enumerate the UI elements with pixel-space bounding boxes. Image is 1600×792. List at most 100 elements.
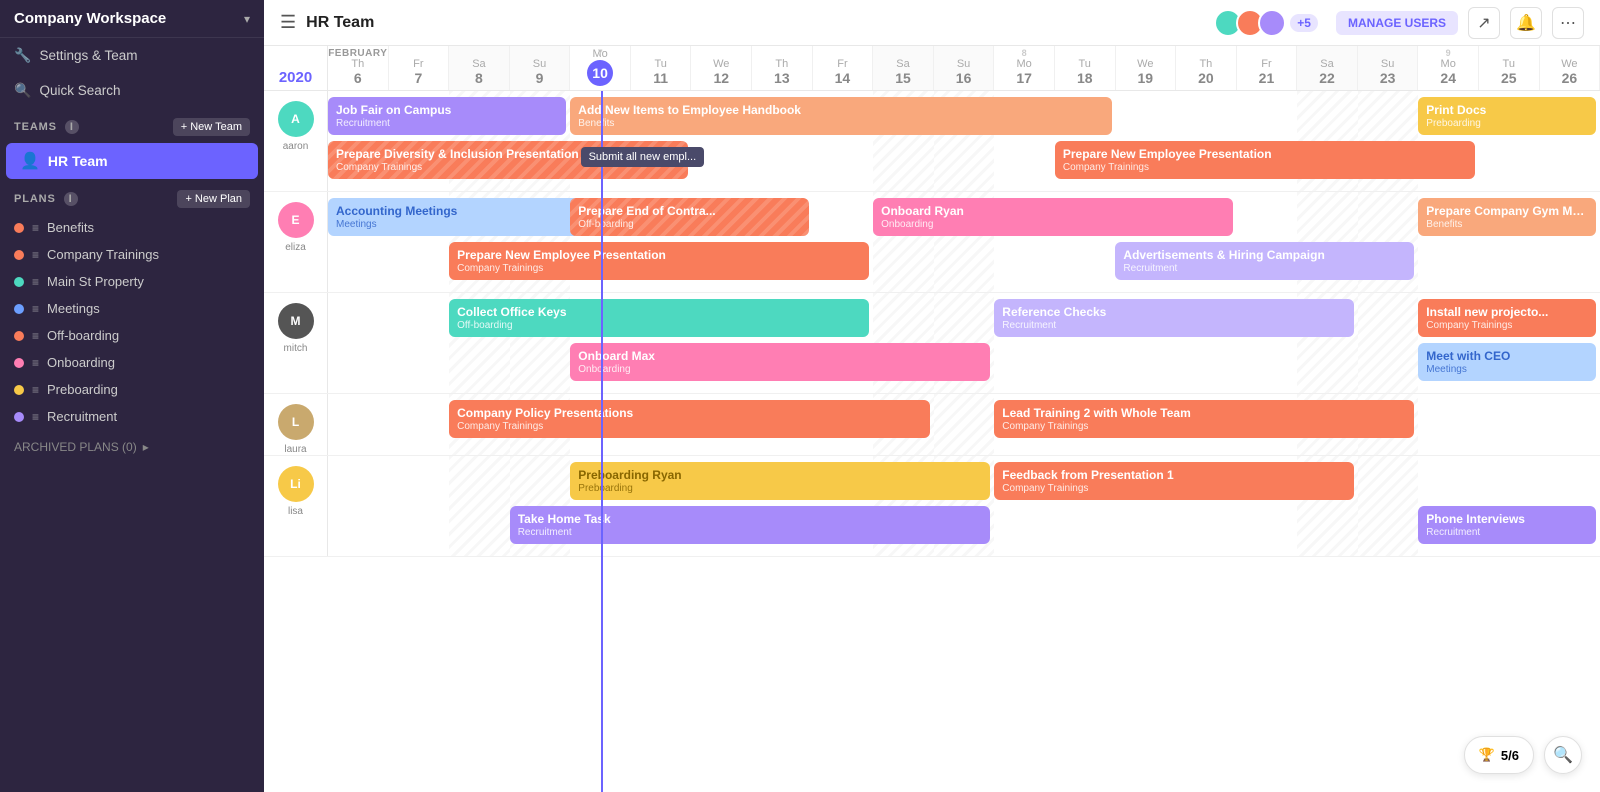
task-plan: Benefits: [578, 118, 1103, 129]
task-bar[interactable]: Onboard Ryan Onboarding: [873, 198, 1233, 236]
task-plan: Benefits: [1426, 219, 1588, 230]
task-bar[interactable]: Advertisements & Hiring Campaign Recruit…: [1115, 242, 1414, 280]
task-bar[interactable]: Install new projecto... Company Training…: [1418, 299, 1596, 337]
plan-item-benefits[interactable]: ≡ Benefits: [0, 214, 264, 241]
row-user-lisa: Li lisa: [264, 456, 328, 556]
sidebar-header[interactable]: Company Workspace ▾: [0, 0, 264, 38]
plans-list: ≡ Benefits ≡ Company Trainings ≡ Main St…: [0, 214, 264, 430]
day-abbr: Mo: [1441, 58, 1456, 70]
task-bar[interactable]: Add New Items to Employee Handbook Benef…: [570, 97, 1111, 135]
task-title: Prepare End of Contra...: [578, 204, 800, 218]
day-num: 19: [1138, 70, 1154, 86]
task-plan: Recruitment: [518, 527, 983, 538]
user-name: eliza: [285, 242, 306, 253]
task-bar[interactable]: Meet with CEO Meetings: [1418, 343, 1596, 381]
date-header: 2020 FEBRUARYTh6Fr7Sa8Su97Mo10Tu11We12Th…: [264, 46, 1600, 91]
menu-icon[interactable]: ☰: [280, 12, 296, 33]
task-title: Advertisements & Hiring Campaign: [1123, 248, 1406, 262]
task-bar[interactable]: Job Fair on Campus Recruitment: [328, 97, 566, 135]
search-circle-button[interactable]: 🔍: [1544, 736, 1582, 774]
row-grid: Company Policy Presentations Company Tra…: [328, 394, 1600, 455]
plan-name: Meetings: [47, 301, 100, 316]
plan-item-off-boarding[interactable]: ≡ Off-boarding: [0, 322, 264, 349]
new-team-button[interactable]: + New Team: [173, 118, 250, 136]
task-bar[interactable]: Collect Office Keys Off-boarding: [449, 299, 869, 337]
task-bar[interactable]: Prepare Company Gym Me... Benefits: [1418, 198, 1596, 236]
manage-users-button[interactable]: MANAGE USERS: [1336, 11, 1458, 35]
plans-section-header: PLANS i + New Plan: [0, 180, 264, 214]
plan-name: Preboarding: [47, 382, 118, 397]
task-bar[interactable]: Phone Interviews Recruitment: [1418, 506, 1596, 544]
plan-bar-icon: ≡: [32, 248, 39, 262]
weekend-overlay: [1358, 293, 1419, 393]
notifications-icon[interactable]: 🔔: [1510, 7, 1542, 39]
plan-item-main-st-property[interactable]: ≡ Main St Property: [0, 268, 264, 295]
task-bar[interactable]: Print Docs Preboarding: [1418, 97, 1596, 135]
day-num: 12: [713, 70, 729, 86]
plan-item-onboarding[interactable]: ≡ Onboarding: [0, 349, 264, 376]
day-abbr: Sa: [896, 58, 909, 70]
share-icon[interactable]: ↗: [1468, 7, 1500, 39]
task-plan: Company Trainings: [457, 421, 922, 432]
weekend-overlay: [449, 456, 510, 556]
team-item-hr[interactable]: 👤 HR Team: [6, 143, 258, 179]
plan-bar-icon: ≡: [32, 275, 39, 289]
task-bar[interactable]: Prepare End of Contra... Off-boarding: [570, 198, 808, 236]
task-plan: Off-boarding: [457, 320, 861, 331]
day-num: 9: [536, 70, 544, 86]
date-col-9: Su9: [510, 46, 571, 90]
task-bar[interactable]: Reference Checks Recruitment: [994, 299, 1354, 337]
day-abbr: Fr: [1261, 58, 1271, 70]
plan-item-recruitment[interactable]: ≡ Recruitment: [0, 403, 264, 430]
task-bar[interactable]: Feedback from Presentation 1 Company Tra…: [994, 462, 1354, 500]
task-title: Add New Items to Employee Handbook: [578, 103, 1103, 117]
task-bar[interactable]: Onboard Max Onboarding: [570, 343, 990, 381]
date-col-12: We12: [691, 46, 752, 90]
task-plan: Off-boarding: [578, 219, 800, 230]
task-title: Meet with CEO: [1426, 349, 1588, 363]
day-abbr: Fr: [837, 58, 847, 70]
day-abbr: Fr: [413, 58, 423, 70]
day-num: 11: [653, 70, 668, 86]
task-bar[interactable]: Prepare New Employee Presentation Compan…: [449, 242, 869, 280]
quick-search-nav[interactable]: 🔍 Quick Search: [0, 73, 264, 108]
day-num: 18: [1077, 70, 1093, 86]
day-num: 21: [1259, 70, 1275, 86]
user-name: mitch: [284, 343, 308, 354]
task-bar[interactable]: Preboarding Ryan Preboarding: [570, 462, 990, 500]
plan-dot: [14, 277, 24, 287]
settings-label: Settings & Team: [39, 48, 137, 63]
task-plan: Company Trainings: [1063, 162, 1467, 173]
user-name: laura: [284, 444, 306, 455]
teams-info-icon: i: [65, 120, 79, 134]
day-abbr: Su: [533, 58, 546, 70]
task-plan: Onboarding: [578, 364, 982, 375]
task-bar[interactable]: Lead Training 2 with Whole Team Company …: [994, 400, 1414, 438]
score-button[interactable]: 🏆 5/6: [1464, 736, 1534, 774]
plan-name: Main St Property: [47, 274, 144, 289]
plan-item-preboarding[interactable]: ≡ Preboarding: [0, 376, 264, 403]
date-col-10: 7Mo10: [570, 46, 631, 90]
task-bar[interactable]: Company Policy Presentations Company Tra…: [449, 400, 930, 438]
task-bar[interactable]: Prepare New Employee Presentation Compan…: [1055, 141, 1475, 179]
new-plan-button[interactable]: + New Plan: [177, 190, 250, 208]
more-icon[interactable]: ⋯: [1552, 7, 1584, 39]
plan-item-meetings[interactable]: ≡ Meetings: [0, 295, 264, 322]
today-line: [601, 91, 603, 792]
row-grid: Job Fair on Campus Recruitment Add New I…: [328, 91, 1600, 191]
plan-item-company-trainings[interactable]: ≡ Company Trainings: [0, 241, 264, 268]
day-num: 6: [354, 70, 362, 86]
week-number: 7: [598, 48, 603, 58]
row-grid: Accounting Meetings Meetings Prepare End…: [328, 192, 1600, 292]
plan-bar-icon: ≡: [32, 221, 39, 235]
archived-plans[interactable]: ARCHIVED PLANS (0) ▸: [0, 430, 264, 464]
day-num: 15: [895, 70, 911, 86]
date-col-21: Fr21: [1237, 46, 1298, 90]
plan-bar-icon: ≡: [32, 356, 39, 370]
day-num: 14: [835, 70, 851, 86]
settings-team-nav[interactable]: 🔧 Settings & Team: [0, 38, 264, 73]
task-title: Lead Training 2 with Whole Team: [1002, 406, 1406, 420]
task-bar[interactable]: Take Home Task Recruitment: [510, 506, 991, 544]
plan-bar-icon: ≡: [32, 410, 39, 424]
day-abbr: Tu: [1503, 58, 1515, 70]
